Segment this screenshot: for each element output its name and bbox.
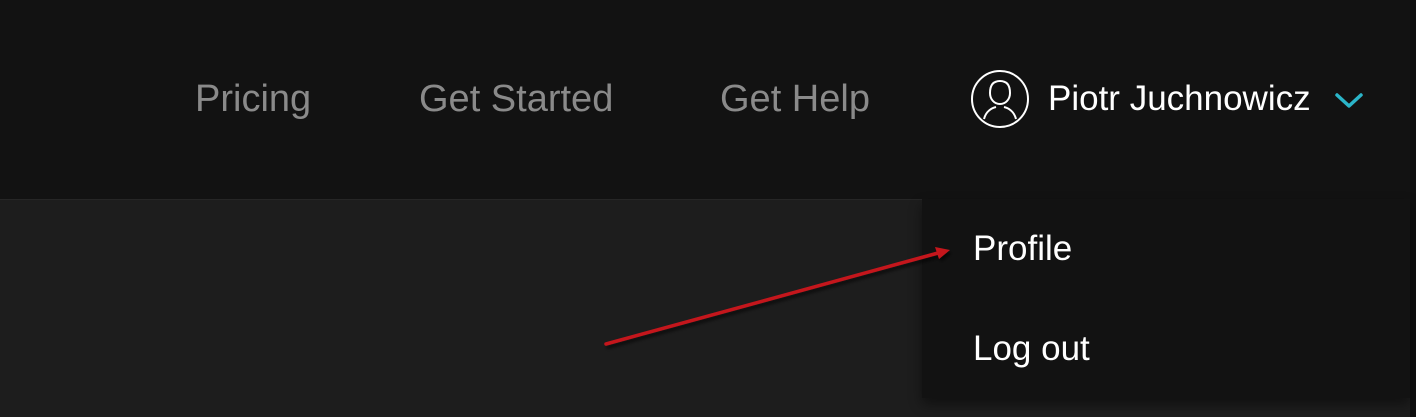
user-menu-toggle[interactable]: Piotr Juchnowicz — [970, 69, 1370, 129]
dropdown-item-log-out[interactable]: Log out — [973, 327, 1090, 371]
user-name: Piotr Juchnowicz — [1048, 79, 1311, 118]
page: Pricing Get Started Get Help Piotr Juchn… — [0, 0, 1416, 417]
nav-link-get-started[interactable]: Get Started — [419, 76, 613, 122]
user-silhouette-icon — [971, 70, 1029, 128]
nav-link-get-help[interactable]: Get Help — [720, 76, 870, 122]
window-edge — [1410, 0, 1416, 417]
dropdown-item-profile[interactable]: Profile — [973, 227, 1072, 271]
top-navigation-bar: Pricing Get Started Get Help Piotr Juchn… — [0, 0, 1416, 200]
user-dropdown-menu: Profile Log out — [922, 199, 1410, 398]
nav-link-pricing[interactable]: Pricing — [195, 76, 311, 122]
chevron-down-icon — [1335, 93, 1363, 108]
